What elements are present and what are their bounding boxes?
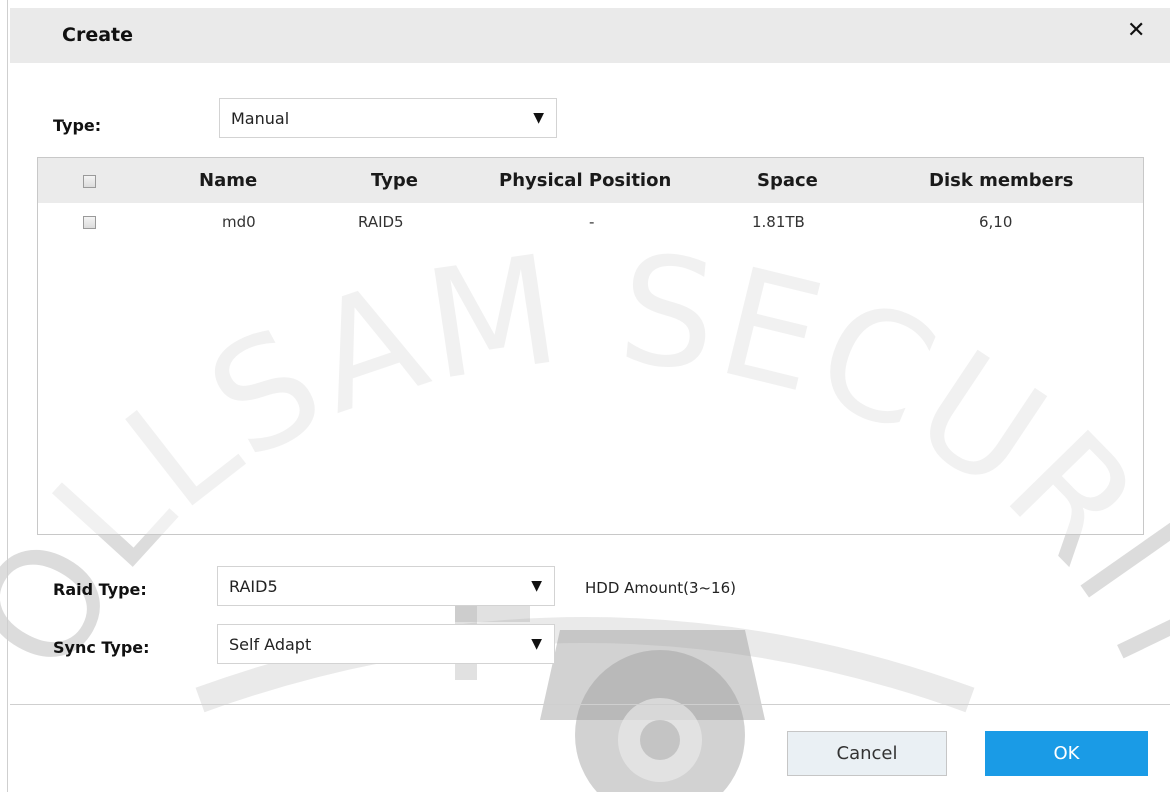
column-header-name: Name bbox=[199, 170, 258, 191]
sync-type-label: Sync Type: bbox=[53, 638, 150, 657]
hdd-amount-hint: HDD Amount(3~16) bbox=[585, 579, 736, 597]
create-dialog: Create ✕ Type: Manual ▼ Name Type Physic… bbox=[0, 0, 1170, 792]
dropdown-arrow-icon: ▼ bbox=[531, 578, 542, 594]
dialog-title: Create bbox=[62, 24, 133, 46]
cell-name: md0 bbox=[222, 213, 256, 231]
sync-type-select[interactable]: Self Adapt ▼ bbox=[217, 624, 555, 664]
dialog-header: Create ✕ bbox=[10, 8, 1170, 63]
close-icon[interactable]: ✕ bbox=[1127, 20, 1145, 42]
type-select[interactable]: Manual ▼ bbox=[219, 98, 557, 138]
cell-space: 1.81TB bbox=[752, 213, 805, 231]
ok-button[interactable]: OK bbox=[985, 731, 1148, 776]
raid-type-label: Raid Type: bbox=[53, 580, 147, 599]
raid-table: Name Type Physical Position Space Disk m… bbox=[37, 157, 1144, 535]
column-header-type: Type bbox=[371, 170, 418, 191]
raid-type-select[interactable]: RAID5 ▼ bbox=[217, 566, 555, 606]
cell-type: RAID5 bbox=[358, 213, 404, 231]
type-label: Type: bbox=[53, 116, 102, 135]
row-checkbox[interactable] bbox=[83, 216, 96, 229]
dropdown-arrow-icon: ▼ bbox=[533, 110, 544, 126]
sync-type-select-value: Self Adapt bbox=[229, 635, 312, 654]
cell-physical-position: - bbox=[589, 213, 595, 231]
type-select-value: Manual bbox=[231, 109, 290, 128]
column-header-disk-members: Disk members bbox=[929, 170, 1074, 191]
table-header: Name Type Physical Position Space Disk m… bbox=[38, 158, 1143, 203]
select-all-checkbox[interactable] bbox=[83, 175, 96, 188]
column-header-physical-position: Physical Position bbox=[499, 170, 672, 191]
footer-divider bbox=[10, 704, 1170, 705]
dialog-left-border bbox=[7, 0, 8, 792]
raid-type-select-value: RAID5 bbox=[229, 577, 278, 596]
cell-disk-members: 6,10 bbox=[979, 213, 1013, 231]
column-header-space: Space bbox=[757, 170, 818, 191]
dropdown-arrow-icon: ▼ bbox=[531, 636, 542, 652]
cancel-button[interactable]: Cancel bbox=[787, 731, 947, 776]
